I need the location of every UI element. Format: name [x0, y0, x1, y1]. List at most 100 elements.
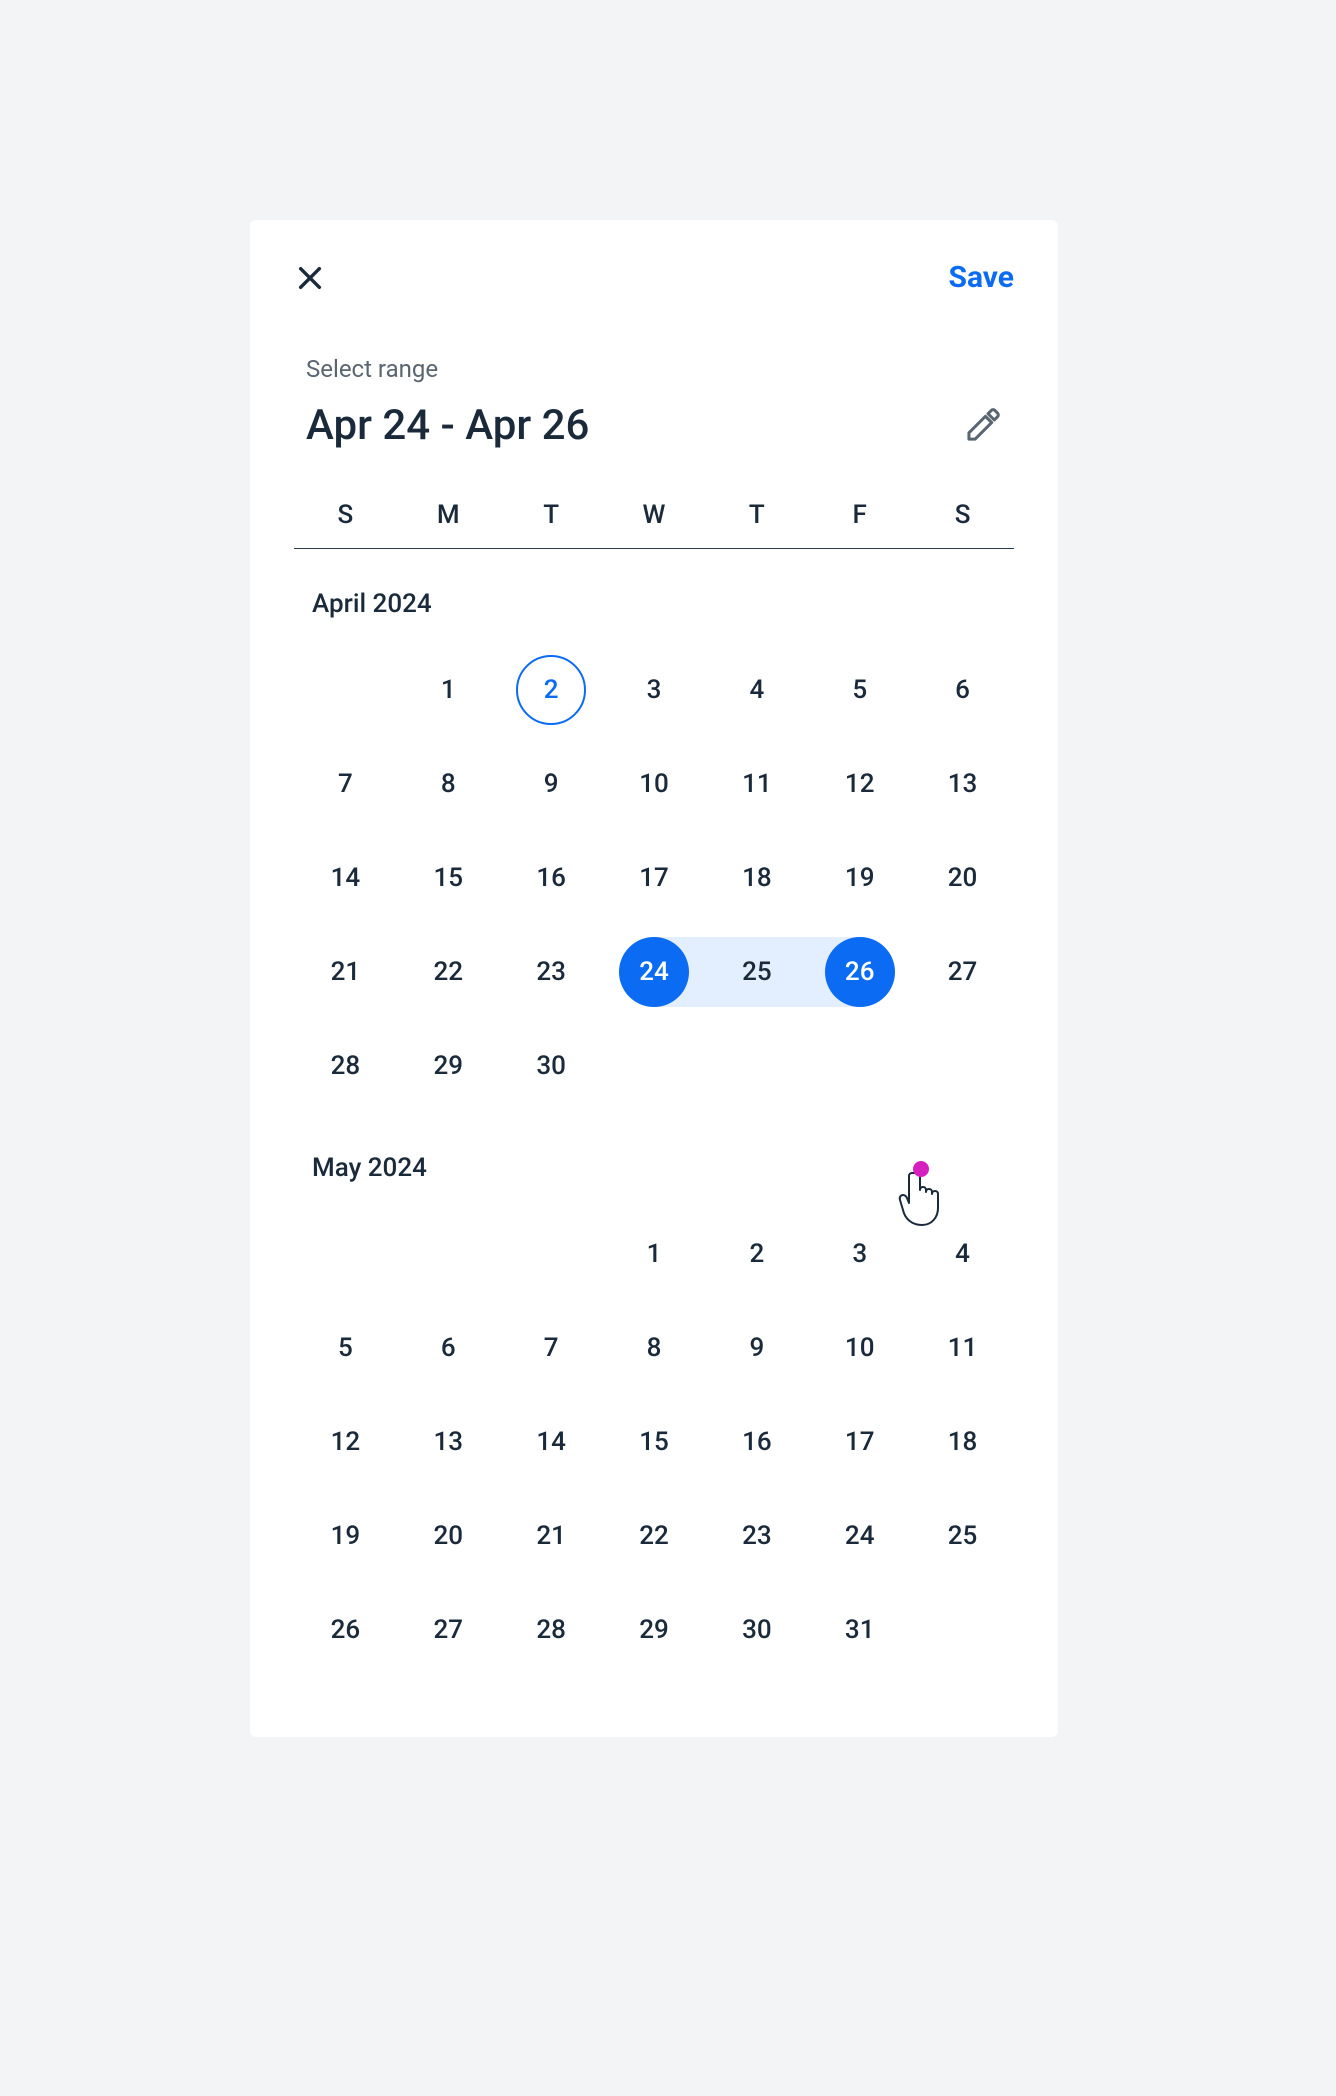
day-cell[interactable]: 9 [705, 1313, 808, 1383]
day-cell[interactable]: 4 [911, 1219, 1014, 1289]
day-number: 22 [433, 957, 463, 987]
edit-icon[interactable] [962, 406, 1002, 450]
day-number: 23 [742, 1521, 772, 1551]
day-cell[interactable]: 12 [808, 749, 911, 819]
day-cell[interactable]: 28 [500, 1595, 603, 1665]
day-cell[interactable]: 17 [808, 1407, 911, 1477]
day-cell[interactable]: 20 [397, 1501, 500, 1571]
day-number: 27 [433, 1615, 463, 1645]
day-cell[interactable]: 16 [500, 843, 603, 913]
day-cell[interactable]: 23 [500, 937, 603, 1007]
day-number: 16 [742, 1427, 772, 1457]
day-number: 11 [742, 769, 772, 799]
day-cell[interactable]: 2 [705, 1219, 808, 1289]
day-number: 30 [536, 1051, 566, 1081]
day-number: 31 [845, 1615, 875, 1645]
day-cell[interactable]: 26 [808, 937, 911, 1007]
day-cell[interactable]: 29 [397, 1031, 500, 1101]
close-icon[interactable] [294, 262, 326, 294]
day-cell[interactable]: 20 [911, 843, 1014, 913]
day-cell[interactable]: 10 [603, 749, 706, 819]
day-cell[interactable]: 21 [500, 1501, 603, 1571]
day-cell[interactable]: 17 [603, 843, 706, 913]
day-number: 15 [639, 1427, 669, 1457]
week-row: 14 15 16 17 181920 [294, 831, 1014, 925]
selected-range-label: Apr 24 - Apr 26 [306, 401, 589, 450]
day-cell[interactable]: 14 [294, 843, 397, 913]
day-cell[interactable]: 6 [911, 655, 1014, 725]
day-cell[interactable]: 18 [705, 843, 808, 913]
day-number: 23 [536, 957, 566, 987]
week-row: 28 29 30 [294, 1019, 1014, 1113]
day-cell[interactable]: 25 [705, 937, 808, 1007]
day-cell[interactable]: 5 [294, 1313, 397, 1383]
day-number: 29 [433, 1051, 463, 1081]
day-cell[interactable]: 22 [397, 937, 500, 1007]
day-cell[interactable]: 15 [603, 1407, 706, 1477]
day-cell[interactable]: 3 [603, 655, 706, 725]
day-cell[interactable]: 22 [603, 1501, 706, 1571]
day-cell[interactable]: 1 [603, 1219, 706, 1289]
day-cell[interactable]: 29 [603, 1595, 706, 1665]
day-cell[interactable]: 5 [808, 655, 911, 725]
day-cell[interactable]: 7 [294, 749, 397, 819]
day-number: 29 [639, 1615, 669, 1645]
day-number: 15 [433, 863, 463, 893]
day-cell[interactable]: 23 [705, 1501, 808, 1571]
day-number: 25 [948, 1521, 978, 1551]
day-cell[interactable]: 1 [397, 655, 500, 725]
day-cell[interactable]: 26 [294, 1595, 397, 1665]
day-cell[interactable]: 25 [911, 1501, 1014, 1571]
day-cell[interactable]: 31 [808, 1595, 911, 1665]
day-cell[interactable]: 18 [911, 1407, 1014, 1477]
day-number: 4 [955, 1239, 970, 1269]
day-cell[interactable]: 19 [294, 1501, 397, 1571]
day-cell[interactable]: 11 [911, 1313, 1014, 1383]
day-cell[interactable]: 11 [705, 749, 808, 819]
weekday-label: S [911, 500, 1014, 530]
day-cell[interactable]: 7 [500, 1313, 603, 1383]
day-cell[interactable]: 30 [500, 1031, 603, 1101]
header-subtitle: Select range [306, 355, 589, 383]
weekday-label: F [808, 500, 911, 530]
day-number: 8 [647, 1333, 662, 1363]
week-row: 78910 11 12 13 [294, 737, 1014, 831]
day-cell[interactable]: 13 [911, 749, 1014, 819]
month-label: April 2024 [294, 589, 1014, 619]
day-number: 9 [749, 1333, 764, 1363]
day-cell[interactable]: 30 [705, 1595, 808, 1665]
day-cell[interactable]: 6 [397, 1313, 500, 1383]
day-cell[interactable]: 8 [603, 1313, 706, 1383]
day-number: 13 [948, 769, 978, 799]
day-cell[interactable]: 21 [294, 937, 397, 1007]
day-cell[interactable]: 24 [808, 1501, 911, 1571]
day-cell[interactable]: 8 [397, 749, 500, 819]
day-cell[interactable]: 12 [294, 1407, 397, 1477]
day-cell[interactable]: 14 [500, 1407, 603, 1477]
day-cell[interactable]: 10 [808, 1313, 911, 1383]
day-cell[interactable]: 27 [397, 1595, 500, 1665]
day-number: 7 [544, 1333, 559, 1363]
weekday-label: T [705, 500, 808, 530]
day-number: 27 [948, 957, 978, 987]
day-number: 17 [639, 863, 669, 893]
day-number: 20 [433, 1521, 463, 1551]
day-cell[interactable]: 19 [808, 843, 911, 913]
day-cell[interactable]: 24 [603, 937, 706, 1007]
day-cell[interactable]: 28 [294, 1031, 397, 1101]
topbar: Save [294, 260, 1014, 295]
save-button[interactable]: Save [948, 260, 1014, 295]
day-cell[interactable]: 2 [500, 655, 603, 725]
day-cell[interactable]: 9 [500, 749, 603, 819]
day-number: 12 [845, 769, 875, 799]
day-cell[interactable]: 13 [397, 1407, 500, 1477]
day-cell[interactable]: 15 [397, 843, 500, 913]
day-cell[interactable]: 3 [808, 1219, 911, 1289]
day-cell[interactable]: 16 [705, 1407, 808, 1477]
day-number: 1 [647, 1239, 662, 1269]
day-cell[interactable]: 4 [705, 655, 808, 725]
month-block: May 202412345678910111213141516171819202… [294, 1153, 1014, 1677]
day-number: 26 [845, 957, 875, 987]
day-cell[interactable]: 27 [911, 937, 1014, 1007]
week-row: 121314 15 16 1718 [294, 1395, 1014, 1489]
